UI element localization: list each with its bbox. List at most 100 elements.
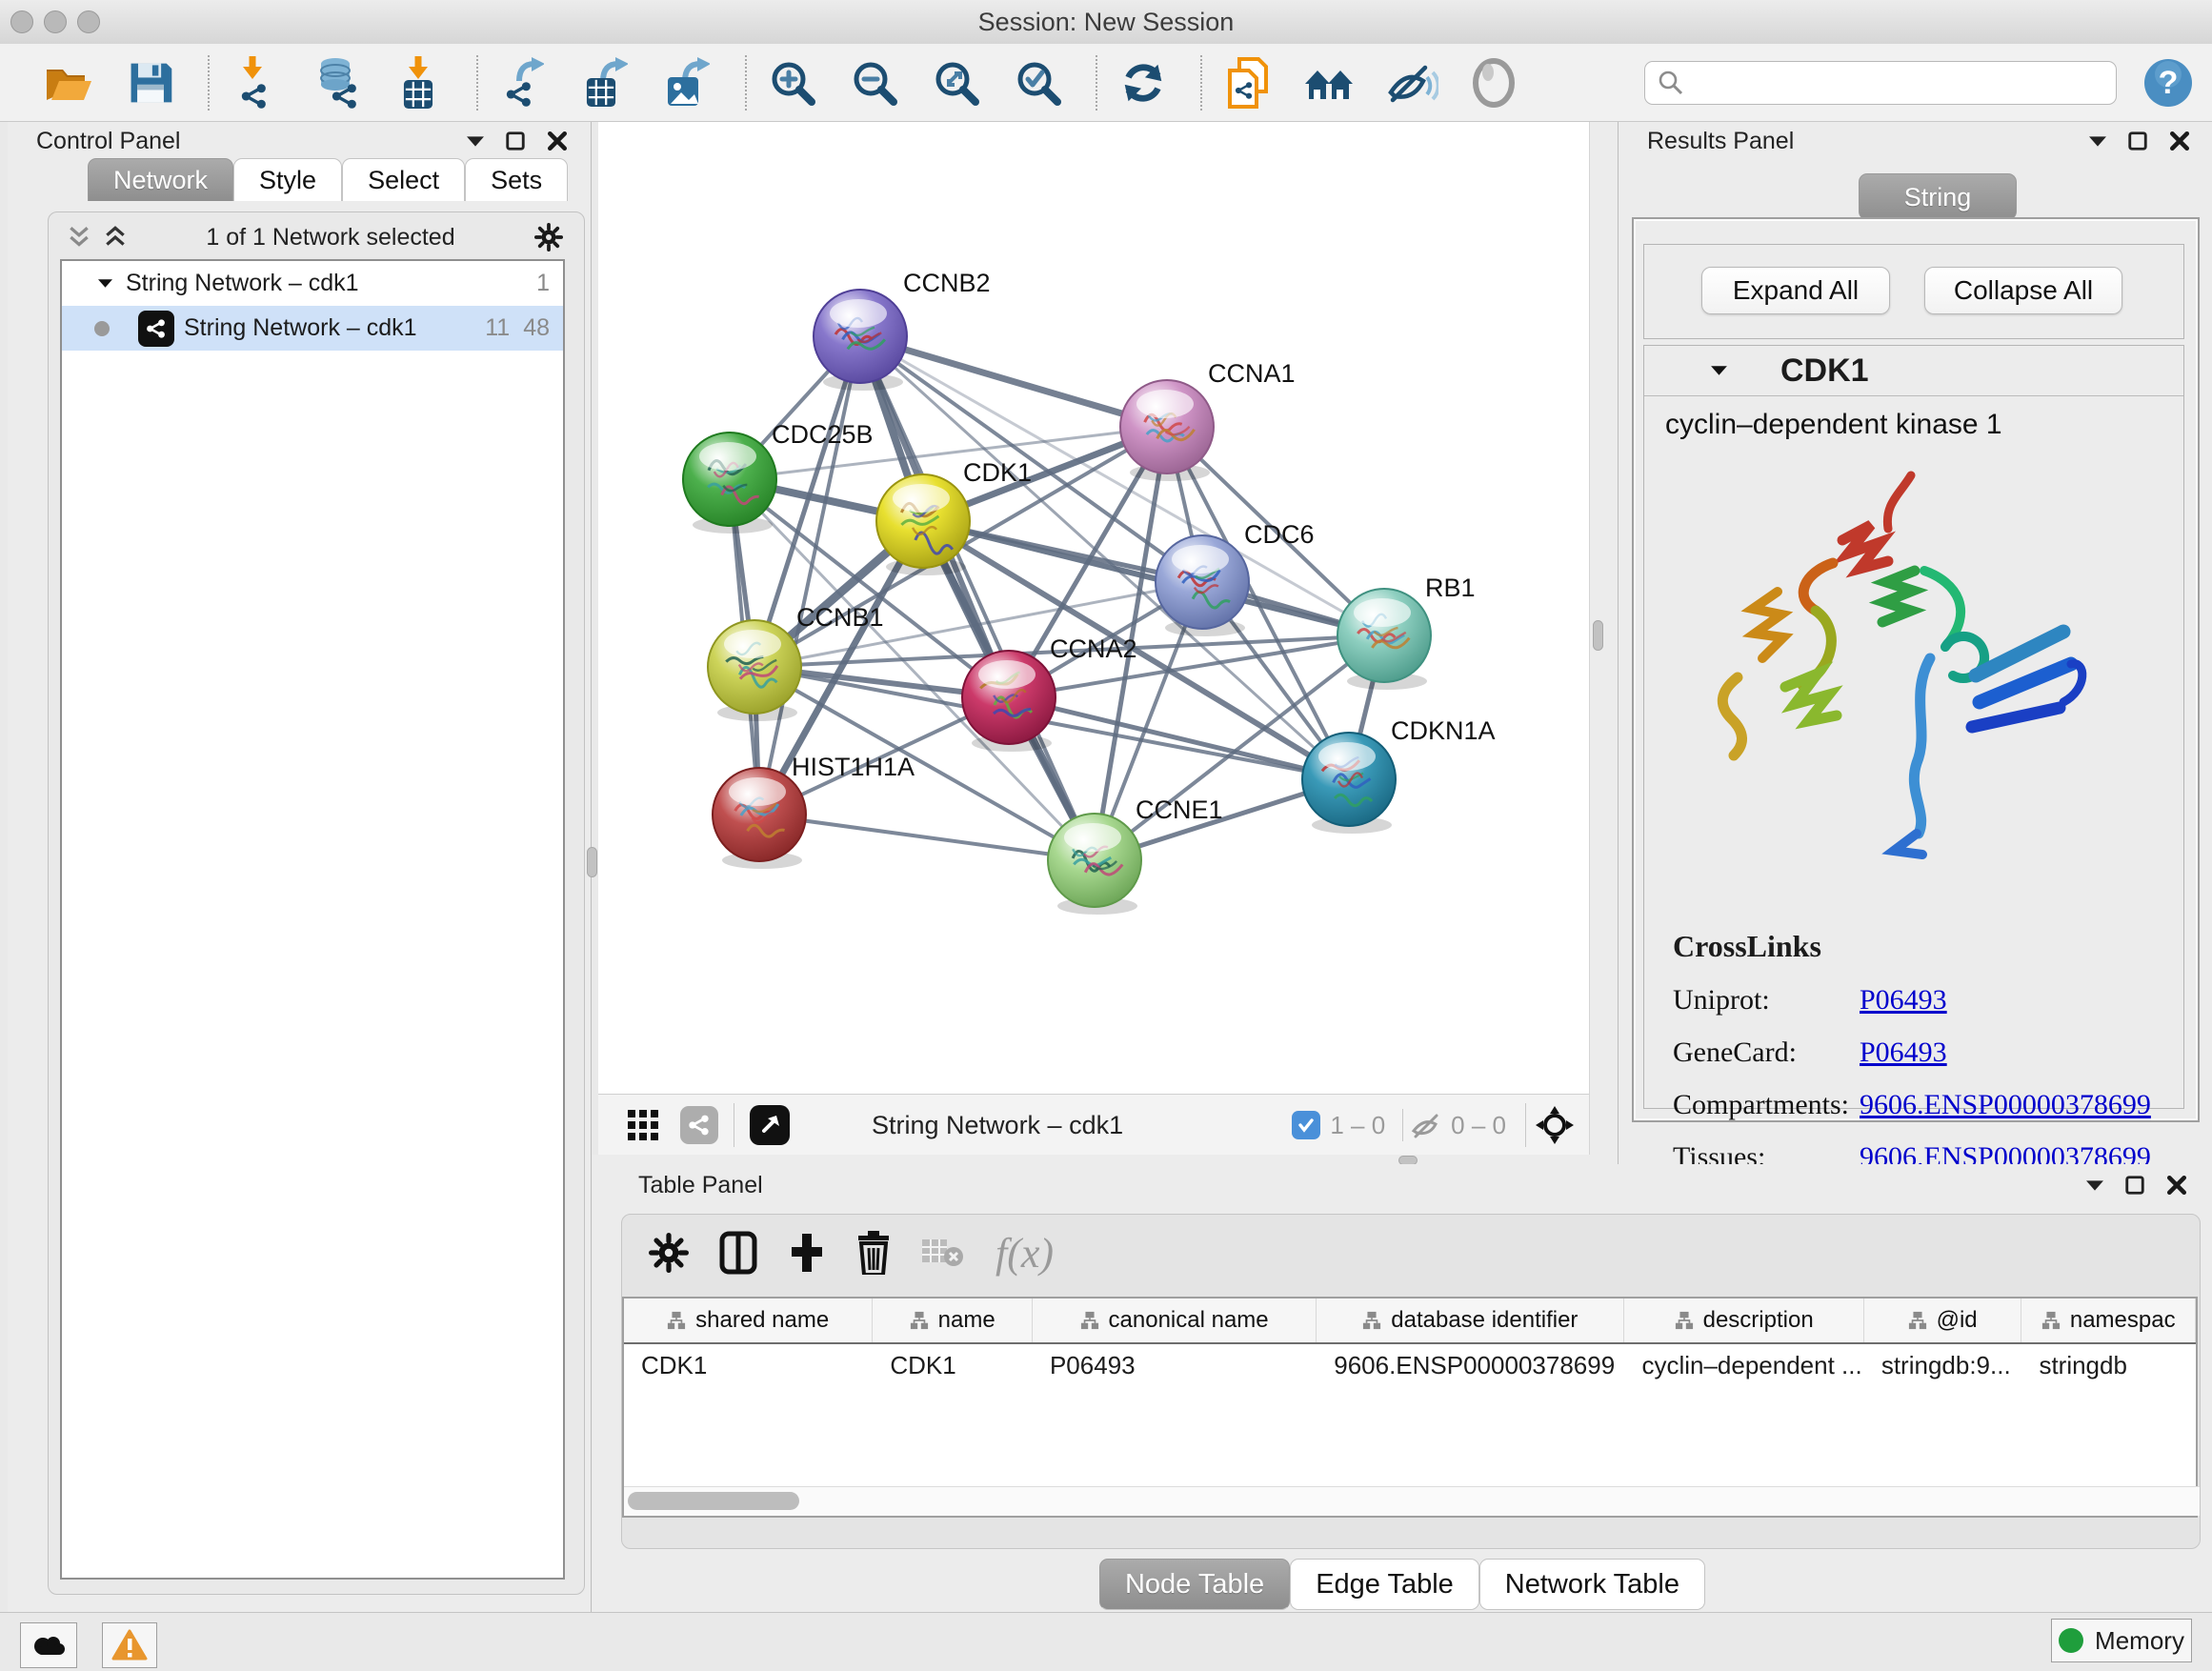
tree-expander-icon[interactable] [98,278,112,289]
import-database-button[interactable] [309,52,366,113]
crosslink-value-link[interactable]: 9606.ENSP00000378699 [1860,1089,2151,1121]
network-share-button[interactable] [680,1106,718,1144]
node-CCNE1[interactable] [1048,814,1141,915]
horizontal-scrollbar[interactable] [624,1486,2200,1516]
expand-all-button[interactable]: Expand All [1701,267,1890,314]
node-label-CCNA2: CCNA2 [1050,634,1137,663]
collection-count: 1 [536,270,550,297]
import-network-button[interactable] [227,52,284,113]
zoom-fit-button[interactable] [928,52,985,113]
close-panel-icon[interactable] [2169,131,2190,151]
table-row[interactable]: CDK1CDK1P064939606.ENSP00000378699cyclin… [624,1344,2196,1386]
zoom-out-button[interactable] [846,52,903,113]
collapse-all-button[interactable]: Collapse All [1924,267,2122,314]
export-image-button[interactable] [659,52,716,113]
node-RB1[interactable] [1337,589,1431,690]
save-session-button[interactable] [122,52,179,113]
node-CDK1[interactable] [876,474,970,575]
float-panel-icon[interactable] [505,131,526,151]
birds-eye-grid-icon[interactable] [627,1109,659,1141]
column-type-icon [2041,1311,2061,1330]
column-header--id[interactable]: @id [1864,1299,2022,1342]
column-header-description[interactable]: description [1624,1299,1863,1342]
tab-network[interactable]: Network [88,158,233,201]
detach-view-button[interactable] [750,1105,790,1145]
hide-results-button[interactable] [1383,52,1440,113]
edge-count: 48 [523,314,550,342]
float-panel-icon[interactable] [2124,1175,2145,1196]
node-CDC25B[interactable] [683,433,776,534]
cloud-button[interactable] [20,1622,77,1668]
zoom-in-button[interactable] [764,52,821,113]
help-button[interactable]: ? [2142,52,2195,113]
close-panel-icon[interactable] [2166,1175,2187,1196]
open-session-button[interactable] [40,52,97,113]
expand-all-icon[interactable] [104,225,127,250]
string-import-button[interactable] [1219,52,1277,113]
column-header-name[interactable]: name [873,1299,1033,1342]
table-panel-title: Table Panel [638,1172,763,1199]
collapse-panel-icon[interactable] [2089,135,2106,148]
column-header-shared-name[interactable]: shared name [624,1299,873,1342]
tab-edge-table[interactable]: Edge Table [1290,1559,1479,1610]
node-HIST1H1A[interactable] [713,768,806,869]
show-columns-icon[interactable] [719,1231,757,1275]
table-gear-icon[interactable] [649,1233,689,1273]
column-header-database-identifier[interactable]: database identifier [1317,1299,1624,1342]
tab-network-table[interactable]: Network Table [1479,1559,1705,1610]
column-header-canonical-name[interactable]: canonical name [1033,1299,1317,1342]
import-table-button[interactable] [391,52,448,113]
refresh-button[interactable] [1115,52,1172,113]
crosslink-label: Uniprot: [1673,984,1860,1017]
collapse-entry-icon[interactable] [1711,365,1727,376]
warnings-button[interactable] [102,1622,157,1668]
splitter-handle[interactable] [1593,620,1603,651]
export-network-button[interactable] [495,52,553,113]
tab-node-table[interactable]: Node Table [1099,1559,1290,1610]
column-header-namespac[interactable]: namespac [2021,1299,2196,1342]
table-cell: stringdb [2021,1344,2196,1386]
crosshair-icon[interactable] [1536,1106,1574,1144]
node-CCNA1[interactable] [1120,380,1214,481]
zoom-selected-button[interactable] [1010,52,1067,113]
node-CCNB1[interactable] [708,620,801,721]
crosslink-label: Compartments: [1673,1089,1860,1121]
node-CCNB2[interactable] [814,290,907,391]
magnifier-fit-icon [938,65,975,102]
create-column-icon[interactable] [788,1232,826,1274]
node-result-header[interactable]: CDK1 [1644,346,2183,396]
network-collection-row[interactable]: String Network – cdk1 1 [62,261,563,306]
network-view-toolbar: String Network – cdk1 1 – 0 0 – 0 [598,1094,1589,1156]
search-input[interactable] [1685,69,2099,97]
gear-icon[interactable] [534,223,563,252]
node-result-card: CDK1 cyclin–dependent kinase 1 [1643,345,2184,1109]
edge-CCNB2-HIST1H1A [759,336,860,815]
network-row-selected[interactable]: String Network – cdk1 11 48 [62,306,563,351]
splitter-handle[interactable] [587,847,597,877]
collapse-panel-icon[interactable] [2086,1179,2103,1192]
node-CDC6[interactable] [1156,535,1249,636]
column-type-icon [1362,1311,1381,1330]
tab-string[interactable]: String [1859,173,2017,220]
scrollbar-thumb[interactable] [628,1492,799,1510]
memory-status-dot [2059,1628,2083,1653]
crosslink-value-link[interactable]: P06493 [1860,1037,1947,1069]
export-table-button[interactable] [577,52,634,113]
collapse-panel-icon[interactable] [467,135,484,148]
home-button[interactable] [1301,52,1358,113]
tab-style[interactable]: Style [233,158,342,201]
show-panel-button[interactable] [1465,52,1522,113]
tab-select[interactable]: Select [342,158,465,201]
main-toolbar: ? [0,44,2212,122]
tab-sets[interactable]: Sets [465,158,568,201]
network-canvas[interactable]: CCNB2CCNA1CDC25BCDK1CDC6RB1CCNB1CCNA2CDK… [598,122,1589,1094]
selected-checkbox-icon[interactable] [1292,1111,1320,1139]
close-panel-icon[interactable] [547,131,568,151]
float-panel-icon[interactable] [2127,131,2148,151]
node-CDKN1A[interactable] [1302,733,1396,834]
collapse-all-icon[interactable] [68,225,90,250]
delete-column-icon[interactable] [856,1231,891,1275]
memory-button[interactable]: Memory [2051,1619,2192,1662]
search-box[interactable] [1644,61,2117,105]
crosslink-value-link[interactable]: P06493 [1860,984,1947,1017]
